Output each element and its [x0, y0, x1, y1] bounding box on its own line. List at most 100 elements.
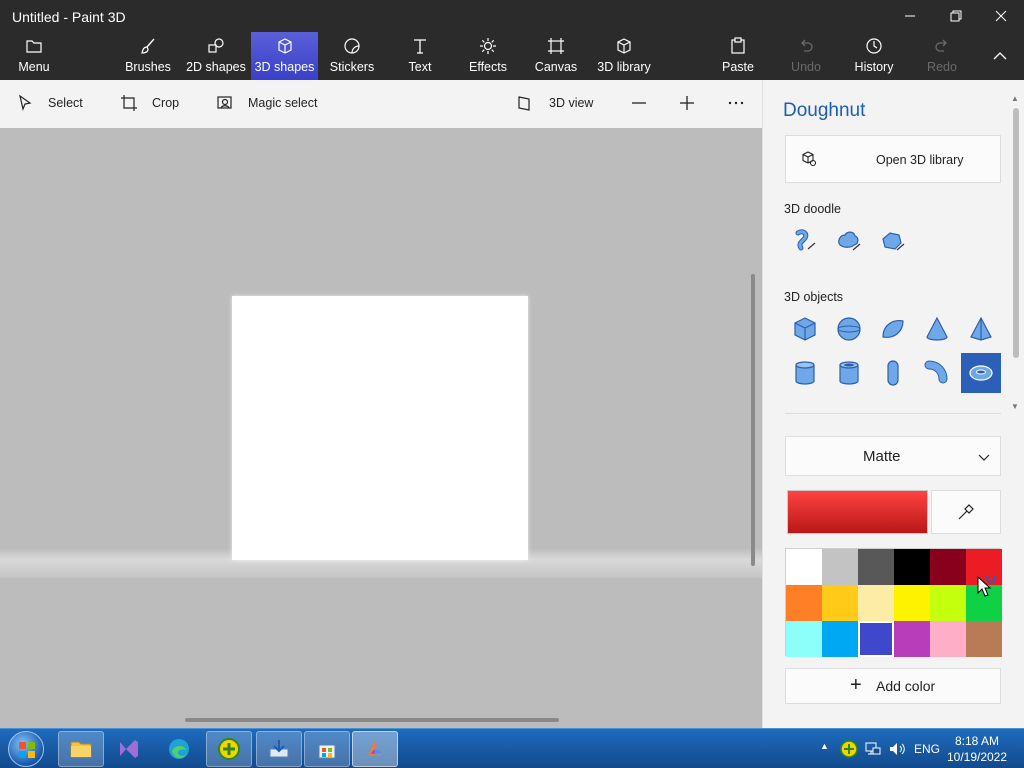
language-indicator[interactable]: ENG — [914, 742, 940, 756]
panel-scrollbar[interactable]: ▲ ▼ — [1011, 94, 1021, 414]
scroll-up-icon[interactable]: ▲ — [1011, 94, 1019, 103]
color-swatch[interactable] — [894, 585, 930, 621]
cube-button[interactable] — [785, 309, 825, 349]
sharp-doodle-button[interactable] — [872, 221, 912, 261]
tray-app-icon[interactable] — [840, 740, 858, 758]
3d-view-button[interactable]: 3D view — [517, 94, 593, 112]
taskbar-file-explorer[interactable] — [58, 731, 104, 767]
eyedropper-button[interactable] — [931, 490, 1001, 534]
tab-canvas[interactable]: Canvas — [533, 32, 579, 80]
tab-2d-shapes[interactable]: 2D shapes — [184, 32, 248, 80]
drawing-canvas[interactable] — [232, 296, 528, 560]
crop-label: Crop — [152, 96, 180, 110]
magic-select-icon — [217, 96, 232, 109]
taskbar-store[interactable] — [304, 731, 350, 767]
color-swatch[interactable] — [930, 549, 966, 585]
tube-doodle-icon — [795, 229, 816, 251]
taskbar-edge[interactable] — [156, 731, 202, 767]
tab-stickers[interactable]: Stickers — [326, 32, 378, 80]
tab-brushes[interactable]: Brushes — [122, 32, 174, 80]
color-swatch[interactable] — [786, 621, 822, 657]
tab-text[interactable]: Text — [402, 32, 438, 80]
color-swatch[interactable] — [858, 549, 894, 585]
more-options-button[interactable] — [727, 94, 745, 112]
taskbar-app-green[interactable] — [206, 731, 252, 767]
paste-button[interactable]: Paste — [720, 32, 756, 80]
crop-button[interactable]: Crop — [120, 94, 179, 112]
undo-button[interactable]: Undo — [788, 32, 824, 80]
zoom-out-button[interactable] — [630, 94, 648, 112]
3d-view-icon — [518, 96, 530, 111]
doughnut-button[interactable] — [961, 353, 1001, 393]
menu-button[interactable]: Menu — [10, 32, 58, 80]
scroll-down-icon[interactable]: ▼ — [1011, 402, 1019, 411]
canvas-workspace[interactable] — [0, 128, 762, 728]
current-color-swatch[interactable] — [787, 490, 928, 534]
panel-scroll-thumb[interactable] — [1013, 108, 1019, 358]
color-swatch[interactable] — [966, 621, 1002, 657]
close-button[interactable] — [978, 0, 1024, 32]
vertical-scrollbar[interactable] — [751, 274, 755, 566]
redo-button[interactable]: Redo — [924, 32, 960, 80]
tube-button[interactable] — [829, 353, 869, 393]
tab-3d-library[interactable]: 3D library — [596, 32, 652, 80]
color-swatch[interactable] — [786, 585, 822, 621]
zoom-in-button[interactable] — [678, 94, 696, 112]
curved-tube-button[interactable] — [917, 353, 957, 393]
hemisphere-button[interactable] — [873, 309, 913, 349]
material-dropdown[interactable]: Matte — [785, 436, 1001, 476]
select-label: Select — [48, 96, 83, 110]
brush-icon — [141, 38, 155, 54]
undo-icon — [801, 39, 813, 52]
tab-stickers-label: Stickers — [329, 60, 375, 74]
taskbar-visual-studio[interactable] — [106, 731, 152, 767]
magic-select-button[interactable]: Magic select — [216, 94, 317, 112]
horizontal-scrollbar[interactable] — [185, 718, 559, 722]
start-button[interactable] — [8, 731, 44, 767]
color-swatch[interactable] — [930, 621, 966, 657]
cone-button[interactable] — [917, 309, 957, 349]
capsule-button[interactable] — [873, 353, 913, 393]
chevron-up-icon — [993, 52, 1007, 60]
sphere-button[interactable] — [829, 309, 869, 349]
collapse-ribbon-button[interactable] — [984, 32, 1016, 80]
pyramid-icon — [970, 316, 992, 341]
crop-icon — [121, 95, 137, 111]
system-clock[interactable]: 8:18 AM 10/19/2022 — [942, 733, 1012, 765]
cylinder-button[interactable] — [785, 353, 825, 393]
color-swatch[interactable] — [930, 585, 966, 621]
restore-button[interactable] — [933, 0, 979, 32]
select-button[interactable]: Select — [16, 94, 83, 112]
history-button[interactable]: History — [852, 32, 896, 80]
pyramid-button[interactable] — [961, 309, 1001, 349]
color-swatch[interactable] — [786, 549, 822, 585]
taskbar-paint-3d[interactable] — [352, 731, 398, 767]
color-swatch[interactable] — [822, 585, 858, 621]
undo-label: Undo — [791, 60, 821, 74]
tab-3d-shapes[interactable]: 3D shapes — [251, 32, 318, 80]
color-palette — [785, 548, 1002, 657]
history-icon — [866, 38, 882, 54]
tab-canvas-label: Canvas — [534, 60, 578, 74]
minimize-button[interactable] — [887, 0, 933, 32]
show-hidden-icons-button[interactable]: ▲ — [820, 741, 829, 751]
volume-icon[interactable] — [888, 740, 906, 758]
add-color-button[interactable]: + Add color — [785, 668, 1001, 704]
color-swatch[interactable] — [822, 549, 858, 585]
color-swatch[interactable] — [858, 585, 894, 621]
paint-3d-icon — [368, 740, 382, 756]
open-3d-library-button[interactable]: Open 3D library — [785, 135, 1001, 183]
tube-doodle-button[interactable] — [784, 221, 824, 261]
color-swatch[interactable] — [894, 549, 930, 585]
cube-icon — [794, 317, 816, 341]
window-title: Untitled - Paint 3D — [12, 9, 126, 25]
color-swatch[interactable] — [858, 621, 894, 657]
cone-icon — [926, 316, 948, 341]
tab-effects[interactable]: Effects — [466, 32, 510, 80]
color-swatch[interactable] — [894, 621, 930, 657]
clipboard-icon — [731, 37, 745, 54]
color-swatch[interactable] — [822, 621, 858, 657]
soft-doodle-button[interactable] — [828, 221, 868, 261]
taskbar-downloads[interactable] — [256, 731, 302, 767]
network-icon[interactable] — [864, 740, 882, 758]
